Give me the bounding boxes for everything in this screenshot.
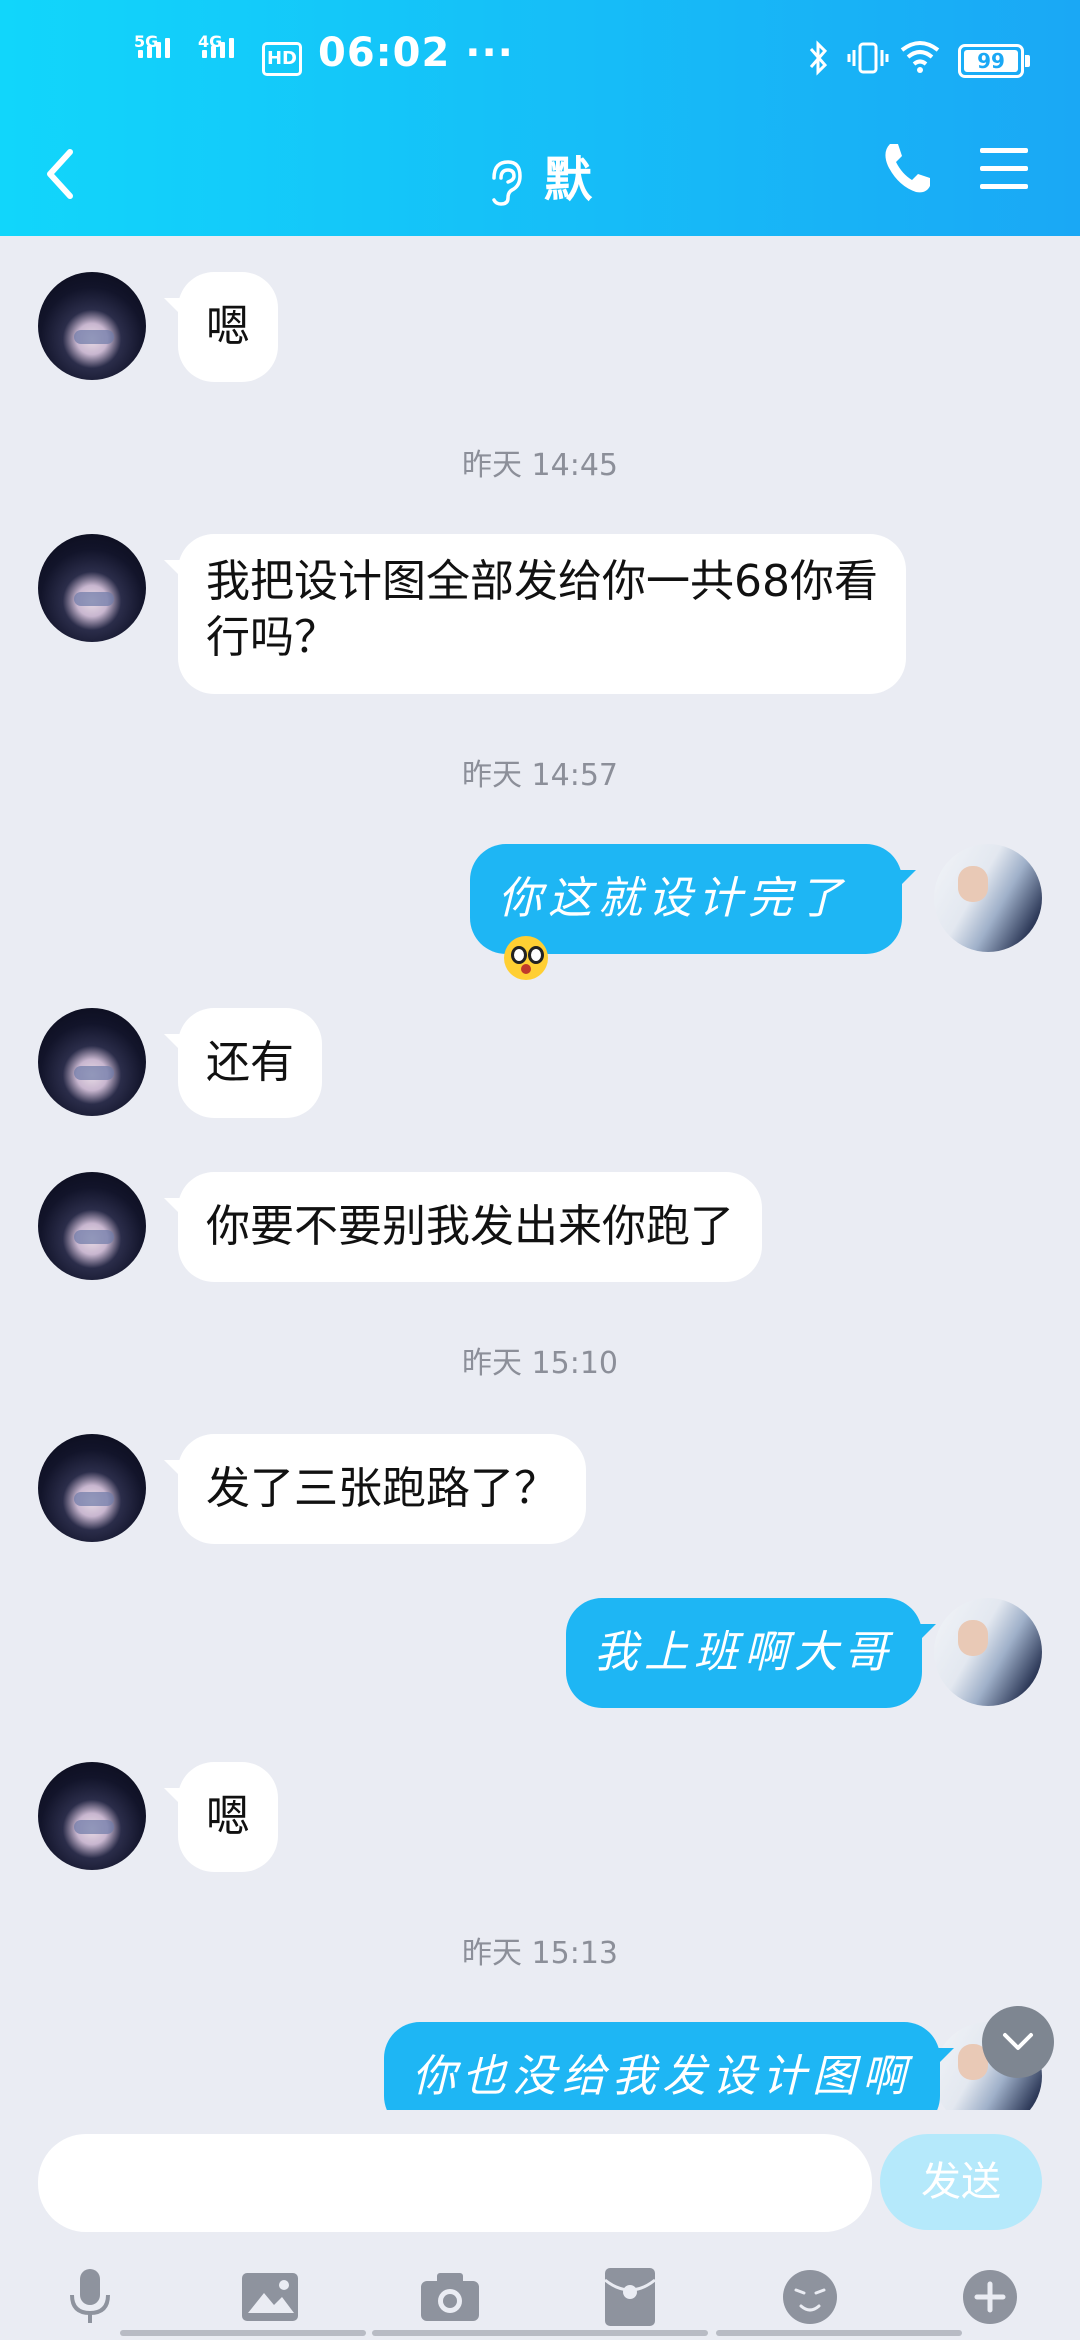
emoji-icon[interactable] — [774, 2261, 846, 2333]
message-input[interactable] — [38, 2134, 872, 2232]
contact-avatar[interactable] — [38, 1008, 146, 1116]
my-avatar[interactable] — [934, 844, 1042, 952]
wifi-icon — [900, 41, 940, 73]
timestamp: 昨天 14:57 — [462, 758, 618, 793]
clock: 06:02 ··· — [318, 30, 514, 76]
battery-icon: 99 — [958, 44, 1030, 78]
message-bubble-outgoing[interactable]: 你这就设计完了 — [470, 844, 916, 980]
timestamp: 昨天 15:13 — [462, 1936, 618, 1971]
nav-indicator — [372, 2330, 708, 2336]
timestamp: 昨天 14:45 — [462, 448, 618, 483]
phone-icon[interactable] — [880, 140, 932, 196]
chevron-down-icon — [1003, 2033, 1033, 2050]
message-bubble-incoming[interactable]: 还有 — [164, 1008, 322, 1118]
signal-4g-icon: 4G — [198, 32, 234, 58]
input-bar: 发送 — [0, 2110, 1080, 2340]
signal-5g-icon: 5G — [134, 32, 170, 58]
contact-avatar[interactable] — [38, 1172, 146, 1280]
menu-icon[interactable] — [978, 144, 1030, 194]
toolbar — [0, 2255, 1080, 2335]
nav-indicator — [716, 2330, 962, 2336]
camera-icon[interactable] — [414, 2261, 486, 2333]
timestamp: 昨天 15:10 — [462, 1346, 618, 1381]
chat-area[interactable]: 嗯 昨天 14:45 我把设计图全部发给你一共68你看行吗？ 昨天 14:57 … — [0, 236, 1080, 2132]
send-button[interactable]: 发送 — [880, 2134, 1042, 2230]
hd-icon: HD — [262, 42, 302, 76]
bluetooth-icon — [809, 40, 828, 76]
nav-indicator — [120, 2330, 366, 2336]
red-packet-icon[interactable] — [594, 2261, 666, 2333]
header: 5G 4G HD 06:02 ··· 99 默 — [0, 0, 1080, 236]
microphone-icon[interactable] — [54, 2261, 126, 2333]
my-avatar[interactable] — [934, 1598, 1042, 1706]
message-bubble-incoming[interactable]: 我把设计图全部发给你一共68你看行吗？ — [164, 534, 906, 694]
contact-avatar[interactable] — [38, 1434, 146, 1542]
nav-bar: 默 — [0, 120, 1080, 236]
contact-avatar[interactable] — [38, 272, 146, 380]
contact-name: 默 — [543, 152, 592, 208]
scroll-to-bottom-button[interactable] — [982, 2006, 1054, 2078]
image-icon[interactable] — [234, 2261, 306, 2333]
message-bubble-incoming[interactable]: 嗯 — [164, 272, 278, 382]
contact-avatar[interactable] — [38, 1762, 146, 1870]
message-bubble-incoming[interactable]: 发了三张跑路了？ — [164, 1434, 586, 1544]
flushed-face-icon — [504, 935, 548, 980]
plus-icon[interactable] — [954, 2261, 1026, 2333]
status-more-dots: ··· — [465, 30, 514, 76]
message-bubble-incoming[interactable]: 嗯 — [164, 1762, 278, 1872]
ear-icon[interactable] — [488, 158, 524, 208]
status-time: 06:02 — [318, 30, 451, 76]
vibrate-icon — [847, 42, 889, 74]
message-bubble-outgoing[interactable]: 我上班啊大哥 — [566, 1598, 936, 1708]
contact-avatar[interactable] — [38, 534, 146, 642]
message-bubble-incoming[interactable]: 你要不要别我发出来你跑了 — [164, 1172, 762, 1282]
status-bar: 5G 4G HD 06:02 ··· 99 — [0, 0, 1080, 120]
